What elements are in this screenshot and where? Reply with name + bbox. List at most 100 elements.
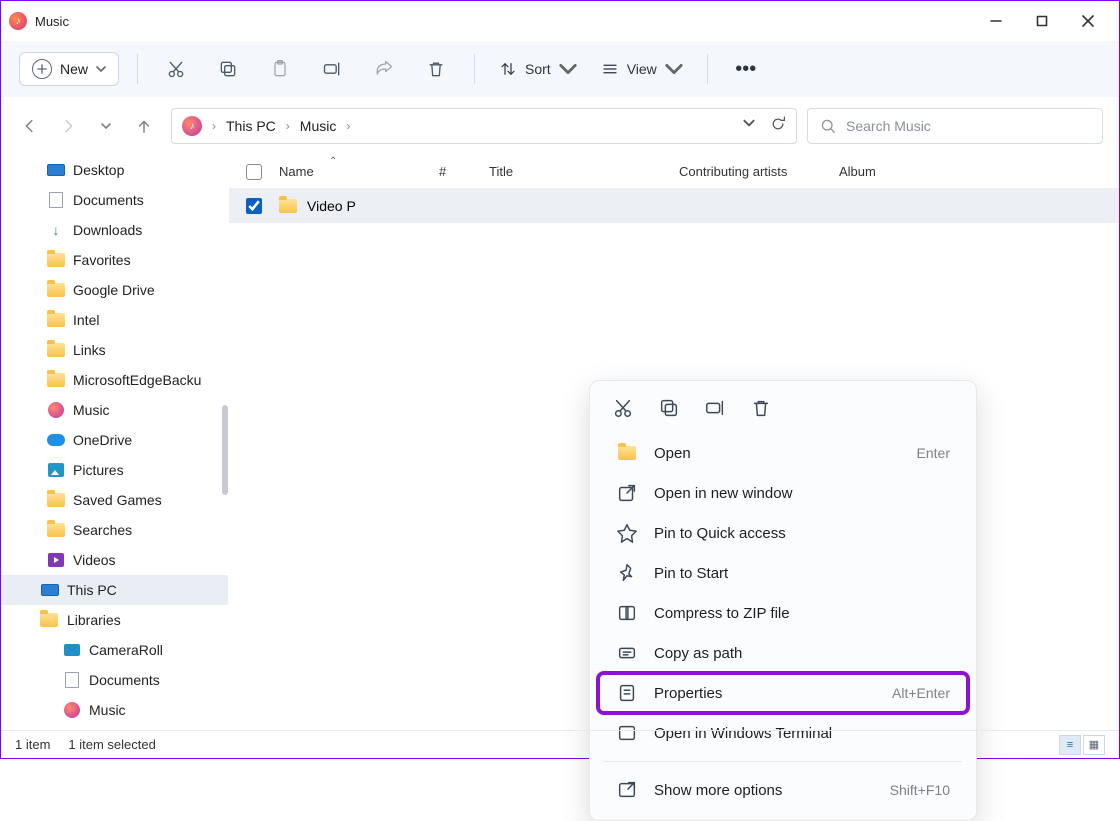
- file-row[interactable]: Video P: [229, 189, 1119, 223]
- sidebar-item-intel[interactable]: Intel: [1, 305, 228, 335]
- sidebar-item-downloads[interactable]: ↓Downloads: [1, 215, 228, 245]
- address-dropdown-button[interactable]: [742, 116, 756, 137]
- ctx-show-more[interactable]: Show more optionsShift+F10: [598, 770, 968, 810]
- forward-button[interactable]: [59, 117, 77, 135]
- up-button[interactable]: [135, 117, 153, 135]
- copy-path-icon: [616, 642, 638, 664]
- address-row: ♪ › This PC › Music › Search Music: [1, 97, 1119, 155]
- pin-icon: [616, 562, 638, 584]
- sidebar-item-libraries[interactable]: Libraries: [1, 605, 228, 635]
- status-bar: 1 item 1 item selected ≡ ▦: [1, 730, 1119, 758]
- close-button[interactable]: [1065, 5, 1111, 37]
- view-label: View: [627, 61, 657, 77]
- ctx-delete-button[interactable]: [750, 397, 772, 419]
- minimize-button[interactable]: [973, 5, 1019, 37]
- column-artist[interactable]: Contributing artists: [679, 164, 839, 179]
- new-button[interactable]: New: [19, 52, 119, 86]
- sidebar-scrollbar[interactable]: [222, 405, 228, 495]
- paste-button[interactable]: [260, 51, 300, 87]
- rename-button[interactable]: [312, 51, 352, 87]
- sidebar-item-documents[interactable]: Documents: [1, 185, 228, 215]
- search-icon: [820, 118, 836, 134]
- sort-ascending-icon: ⌃: [329, 156, 337, 167]
- sidebar-item-msedge-backup[interactable]: MicrosoftEdgeBacku: [1, 365, 228, 395]
- ctx-open-new-window[interactable]: Open in new window: [598, 473, 968, 513]
- address-bar[interactable]: ♪ › This PC › Music ›: [171, 108, 797, 144]
- sidebar-item-google-drive[interactable]: Google Drive: [1, 275, 228, 305]
- more-options-icon: [616, 779, 638, 801]
- sidebar-item-lib-music[interactable]: Music: [1, 695, 228, 725]
- star-icon: [616, 522, 638, 544]
- search-box[interactable]: Search Music: [807, 108, 1103, 144]
- ctx-rename-button[interactable]: [704, 397, 726, 419]
- status-selected-count: 1 item selected: [68, 737, 155, 752]
- ctx-open[interactable]: OpenEnter: [598, 433, 968, 473]
- navigation-pane[interactable]: Desktop Documents ↓Downloads Favorites G…: [1, 155, 229, 730]
- column-album[interactable]: Album: [839, 164, 999, 179]
- delete-button[interactable]: [416, 51, 456, 87]
- column-name[interactable]: Name⌃: [279, 164, 439, 179]
- sidebar-item-cameraroll[interactable]: CameraRoll: [1, 635, 228, 665]
- select-all-checkbox[interactable]: [246, 164, 262, 180]
- cut-button[interactable]: [156, 51, 196, 87]
- maximize-button[interactable]: [1019, 5, 1065, 37]
- back-button[interactable]: [21, 117, 39, 135]
- row-checkbox[interactable]: [246, 198, 262, 214]
- sidebar-item-lib-documents[interactable]: Documents: [1, 665, 228, 695]
- sidebar-item-links[interactable]: Links: [1, 335, 228, 365]
- music-folder-icon: ♪: [182, 116, 202, 136]
- more-button[interactable]: •••: [726, 51, 766, 87]
- sidebar-item-favorites[interactable]: Favorites: [1, 245, 228, 275]
- window-title: Music: [35, 14, 69, 29]
- separator: [707, 54, 708, 84]
- chevron-down-icon: [559, 60, 577, 78]
- view-thumbnails-button[interactable]: ▦: [1083, 735, 1105, 755]
- ctx-properties[interactable]: PropertiesAlt+Enter: [598, 673, 968, 713]
- view-details-button[interactable]: ≡: [1059, 735, 1081, 755]
- sort-icon: [499, 60, 517, 78]
- ctx-copy-button[interactable]: [658, 397, 680, 419]
- context-quick-actions: [594, 391, 972, 433]
- refresh-button[interactable]: [770, 116, 786, 137]
- music-app-icon: ♪: [9, 12, 27, 30]
- breadcrumb-this-pc[interactable]: This PC ›: [226, 118, 290, 134]
- title-bar: ♪ Music: [1, 1, 1119, 41]
- ctx-copy-path[interactable]: Copy as path: [598, 633, 968, 673]
- sidebar-item-videos[interactable]: Videos: [1, 545, 228, 575]
- separator: [474, 54, 475, 84]
- status-item-count: 1 item: [15, 737, 50, 752]
- share-button[interactable]: [364, 51, 404, 87]
- window-controls: [973, 5, 1111, 37]
- command-bar: New Sort View •••: [1, 41, 1119, 97]
- sort-button[interactable]: Sort: [493, 60, 583, 78]
- column-headers[interactable]: Name⌃ # Title Contributing artists Album: [229, 155, 1119, 189]
- ctx-cut-button[interactable]: [612, 397, 634, 419]
- search-placeholder: Search Music: [846, 118, 931, 134]
- view-button[interactable]: View: [595, 60, 689, 78]
- column-number[interactable]: #: [439, 164, 489, 179]
- recent-locations-button[interactable]: [97, 117, 115, 135]
- file-name: Video P: [307, 198, 356, 214]
- sidebar-item-music[interactable]: Music: [1, 395, 228, 425]
- ctx-pin-start[interactable]: Pin to Start: [598, 553, 968, 593]
- plus-icon: [32, 59, 52, 79]
- new-label: New: [60, 61, 88, 77]
- sidebar-item-onedrive[interactable]: OneDrive: [1, 425, 228, 455]
- nav-buttons: [17, 117, 161, 135]
- column-title[interactable]: Title: [489, 164, 679, 179]
- breadcrumb-music[interactable]: Music ›: [300, 118, 351, 134]
- breadcrumb-separator: ›: [212, 119, 216, 133]
- file-list: Name⌃ # Title Contributing artists Album…: [229, 155, 1119, 730]
- chevron-down-icon: [96, 64, 106, 74]
- sort-label: Sort: [525, 61, 551, 77]
- sidebar-item-pictures[interactable]: Pictures: [1, 455, 228, 485]
- sidebar-item-desktop[interactable]: Desktop: [1, 155, 228, 185]
- context-separator: [604, 761, 962, 762]
- sidebar-item-searches[interactable]: Searches: [1, 515, 228, 545]
- sidebar-item-this-pc[interactable]: This PC: [1, 575, 228, 605]
- sidebar-item-saved-games[interactable]: Saved Games: [1, 485, 228, 515]
- ctx-compress-zip[interactable]: Compress to ZIP file: [598, 593, 968, 633]
- view-icon: [601, 60, 619, 78]
- copy-button[interactable]: [208, 51, 248, 87]
- ctx-pin-quick-access[interactable]: Pin to Quick access: [598, 513, 968, 553]
